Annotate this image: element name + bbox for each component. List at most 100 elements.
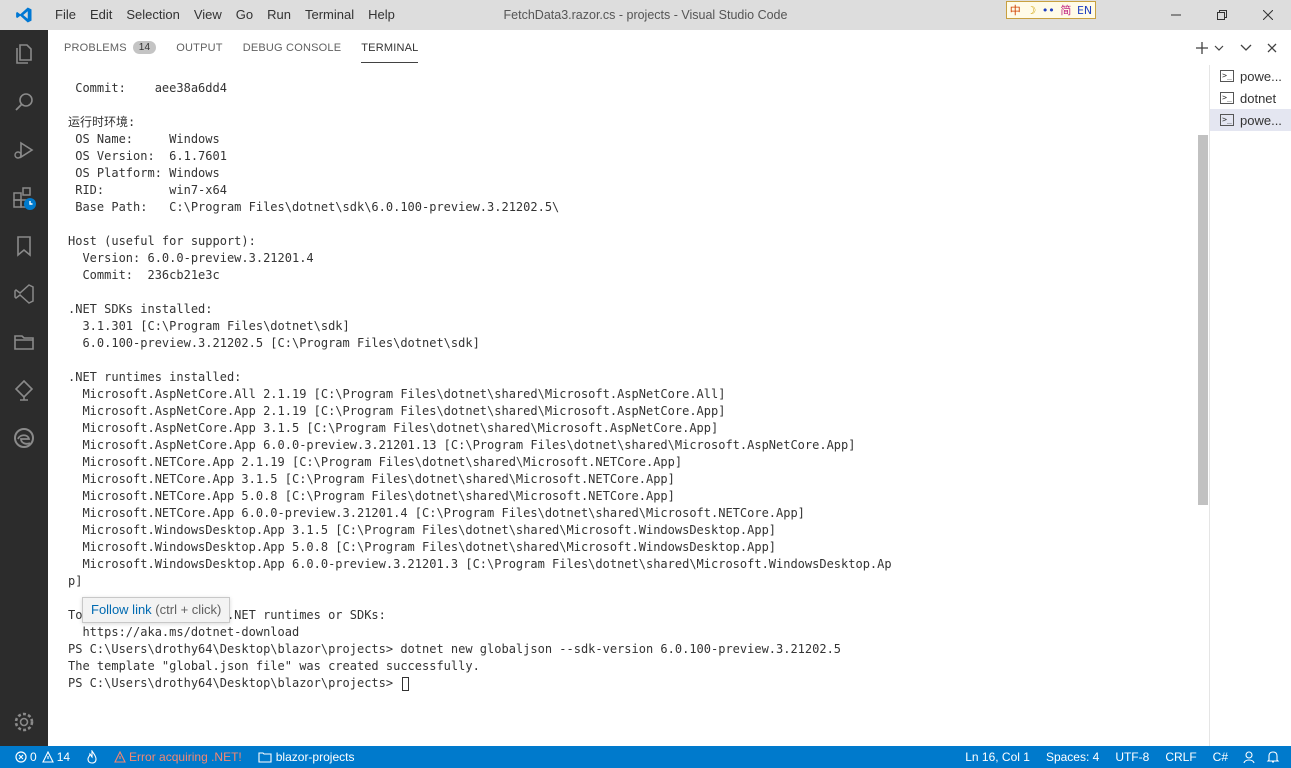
explorer-icon[interactable]	[0, 30, 48, 78]
plus-icon	[1196, 41, 1208, 54]
tab-output[interactable]: OUTPUT	[176, 30, 222, 65]
close-icon	[1267, 43, 1277, 52]
settings-gear-icon[interactable]	[0, 698, 48, 746]
workspace-folder-status[interactable]: blazor-projects	[253, 746, 360, 768]
testing-icon[interactable]	[0, 366, 48, 414]
error-count: 0	[30, 750, 37, 764]
feedback-icon	[1243, 751, 1255, 764]
tab-debug-console[interactable]: DEBUG CONSOLE	[243, 30, 342, 65]
terminal-line: Microsoft.WindowsDesktop.App 3.1.5 [C:\P…	[68, 523, 777, 537]
chevron-down-icon	[1214, 45, 1224, 51]
terminal-line: 3.1.301 [C:\Program Files\dotnet\sdk]	[68, 319, 350, 333]
terminal-dropdown-button[interactable]	[1213, 37, 1225, 59]
tooltip-hint: (ctrl + click)	[151, 602, 222, 617]
tab-terminal[interactable]: TERMINAL	[361, 30, 419, 65]
terminal-line: OS Version: 6.1.7601	[68, 149, 227, 163]
powershell-icon: >_	[1220, 92, 1234, 104]
warning-count: 14	[56, 750, 71, 764]
tooltip-follow-link[interactable]: Follow link	[91, 602, 152, 617]
ime-english-icon[interactable]: EN	[1077, 4, 1092, 17]
menu-help[interactable]: Help	[361, 0, 402, 30]
dotnet-error-status[interactable]: Error acquiring .NET!	[109, 746, 247, 768]
extensions-icon[interactable]	[0, 174, 48, 222]
menu-file[interactable]: File	[48, 0, 83, 30]
terminal-line: PS C:\Users\drothy64\Desktop\blazor\proj…	[68, 642, 842, 656]
restore-icon	[1217, 10, 1227, 20]
run-debug-icon[interactable]	[0, 126, 48, 174]
feedback-button[interactable]	[1237, 746, 1261, 768]
terminal-tab-item[interactable]: >_ dotnet	[1210, 87, 1291, 109]
flame-icon	[87, 750, 97, 764]
restore-button[interactable]	[1199, 0, 1245, 30]
terminal-line: Base Path: C:\Program Files\dotnet\sdk\6…	[68, 200, 560, 214]
follow-link-tooltip: Follow link (ctrl + click)	[82, 597, 231, 623]
terminal-line: p]	[68, 574, 83, 588]
terminal-line: .NET runtimes installed:	[68, 370, 242, 384]
terminal-cursor	[402, 676, 410, 691]
tab-problems[interactable]: PROBLEMS 14	[64, 30, 157, 65]
close-window-button[interactable]	[1245, 0, 1291, 30]
menu-run[interactable]: Run	[260, 0, 298, 30]
warning-icon	[41, 751, 54, 763]
activity-bar	[0, 30, 48, 746]
folder-icon	[258, 752, 272, 763]
terminal-output[interactable]: Commit: aee38a6dd4 运行时环境: OS Name: Window…	[68, 80, 1198, 740]
menu-terminal[interactable]: Terminal	[298, 0, 361, 30]
terminal-line: Microsoft.NETCore.App 3.1.5 [C:\Program …	[68, 472, 675, 486]
terminal-line: 运行时环境:	[68, 115, 136, 129]
menu-view[interactable]: View	[187, 0, 229, 30]
terminal-tabs-list: >_ powe... >_ dotnet >_ powe...	[1209, 65, 1291, 746]
maximize-panel-button[interactable]	[1235, 37, 1257, 59]
menu-go[interactable]: Go	[229, 0, 260, 30]
powershell-icon: >_	[1220, 114, 1234, 126]
terminal-tab-item[interactable]: >_ powe...	[1210, 109, 1291, 131]
bottom-panel: PROBLEMS 14 OUTPUT DEBUG CONSOLE TERMINA…	[48, 30, 1291, 746]
eol-status[interactable]: CRLF	[1160, 746, 1201, 768]
search-icon[interactable]	[0, 78, 48, 126]
terminal-scrollbar[interactable]	[1198, 135, 1208, 505]
tab-problems-label: PROBLEMS	[64, 41, 127, 54]
close-panel-button[interactable]	[1261, 37, 1283, 59]
error-icon	[15, 751, 27, 763]
minimize-button[interactable]	[1153, 0, 1199, 30]
terminal-line: .NET SDKs installed:	[68, 302, 213, 316]
edge-devtools-icon[interactable]	[0, 414, 48, 462]
bookmarks-icon[interactable]	[0, 222, 48, 270]
dotnet-error-text: Error acquiring .NET!	[129, 750, 242, 764]
dotnet-download-link[interactable]: https://aka.ms/dotnet-download	[68, 625, 299, 639]
menu-selection[interactable]: Selection	[119, 0, 186, 30]
workspace-folder-name: blazor-projects	[275, 750, 355, 764]
ime-toolbar[interactable]: 中 ☽ •• 简 EN	[1006, 1, 1096, 19]
terminal-line: Microsoft.NETCore.App 6.0.0-preview.3.21…	[68, 506, 805, 520]
terminal-line: Version: 6.0.0-preview.3.21201.4	[68, 251, 314, 265]
terminal-prompt-line[interactable]: PS C:\Users\drothy64\Desktop\blazor\proj…	[68, 675, 1198, 692]
encoding-status[interactable]: UTF-8	[1110, 746, 1154, 768]
cursor-position-status[interactable]: Ln 16, Col 1	[960, 746, 1035, 768]
terminal-line: Microsoft.AspNetCore.App 6.0.0-preview.3…	[68, 438, 856, 452]
problems-status[interactable]: 0 14	[10, 746, 75, 768]
notifications-button[interactable]	[1261, 746, 1285, 768]
language-mode-status[interactable]: C#	[1208, 746, 1233, 768]
folder-icon[interactable]	[0, 318, 48, 366]
terminal-line: Microsoft.AspNetCore.All 2.1.19 [C:\Prog…	[68, 387, 726, 401]
bell-icon	[1266, 751, 1280, 763]
ime-mode-icon[interactable]: 中	[1010, 2, 1021, 18]
menu-edit[interactable]: Edit	[83, 0, 119, 30]
ime-moon-icon[interactable]: ☽	[1026, 4, 1036, 17]
live-share-status[interactable]	[81, 746, 103, 768]
terminal-link[interactable]: https://aka.ms/dotnet-download	[68, 624, 1198, 641]
terminal-line: OS Name: Windows	[68, 132, 220, 146]
terminal-tab-label: powe...	[1240, 68, 1282, 84]
indentation-status[interactable]: Spaces: 4	[1041, 746, 1104, 768]
ime-simplified-icon[interactable]: 简	[1060, 2, 1071, 18]
new-terminal-button[interactable]	[1191, 37, 1213, 59]
vscode-logo-icon	[0, 0, 48, 30]
powershell-icon: >_	[1220, 70, 1234, 82]
terminal-tab-item[interactable]: >_ powe...	[1210, 65, 1291, 87]
ime-punct-icon[interactable]: ••	[1042, 4, 1055, 17]
remote-explorer-icon[interactable]	[0, 270, 48, 318]
